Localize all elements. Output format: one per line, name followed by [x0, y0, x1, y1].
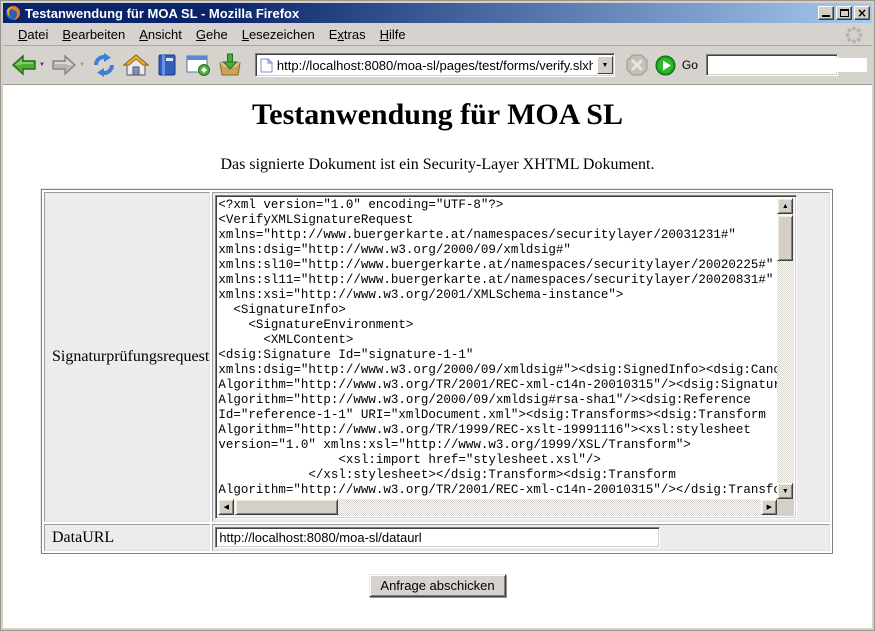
reload-button[interactable]	[89, 51, 119, 79]
dataurl-field-cell	[212, 524, 830, 551]
horizontal-scrollbar-thumb[interactable]	[235, 499, 338, 515]
throbber-icon	[844, 25, 864, 45]
menu-hilfe[interactable]: Hilfe	[373, 24, 413, 45]
back-dropdown-icon[interactable]: ▼	[39, 62, 45, 68]
menu-gehe[interactable]: Gehe	[189, 24, 235, 45]
request-label: Signaturprüfungsrequest	[44, 192, 210, 522]
scroll-down-button[interactable]: ▼	[777, 483, 793, 499]
menu-bearbeiten[interactable]: Bearbeiten	[55, 24, 132, 45]
menu-datei[interactable]: Datei	[11, 24, 55, 45]
request-field-cell: <?xml version="1.0" encoding="UTF-8"?> <…	[212, 192, 830, 522]
back-icon	[11, 54, 37, 76]
page-content: Testanwendung für MOA SL Das signierte D…	[3, 85, 872, 628]
reload-icon	[91, 53, 117, 77]
forward-button[interactable]: ▼	[49, 52, 87, 78]
search-box[interactable]: G	[706, 54, 838, 76]
scroll-right-button[interactable]: ▶	[761, 499, 777, 515]
url-dropdown-button[interactable]: ▼	[597, 56, 613, 74]
go-button[interactable]	[653, 53, 678, 78]
browser-window: Testanwendung für MOA SL - Mozilla Firef…	[0, 0, 875, 631]
go-label[interactable]: Go	[682, 58, 698, 72]
table-row-dataurl: DataURL	[44, 524, 830, 551]
horizontal-scrollbar[interactable]: ◀ ▶	[218, 499, 777, 516]
forward-dropdown-icon[interactable]: ▼	[79, 62, 85, 68]
firefox-icon	[5, 5, 21, 21]
new-window-icon	[185, 53, 211, 77]
minimize-icon	[822, 15, 830, 17]
search-input[interactable]	[712, 58, 867, 72]
scrollbar-corner	[777, 499, 794, 516]
vertical-scrollbar-thumb[interactable]	[777, 215, 793, 261]
downloads-button[interactable]	[215, 51, 245, 79]
navigation-toolbar: ▼ ▼	[3, 46, 872, 85]
stop-icon	[625, 53, 649, 77]
page-intro: Das signierte Dokument ist ein Security-…	[3, 156, 872, 174]
vertical-scrollbar[interactable]: ▲ ▼	[777, 198, 794, 499]
maximize-button[interactable]	[836, 6, 852, 20]
dataurl-label: DataURL	[44, 524, 210, 551]
bookmarks-icon	[155, 53, 179, 77]
close-button[interactable]: ×	[854, 6, 870, 20]
menu-bar: Datei Bearbeiten Ansicht Gehe Lesezeiche…	[3, 23, 872, 46]
close-icon: ×	[857, 7, 867, 20]
menu-ansicht[interactable]: Ansicht	[132, 24, 189, 45]
maximize-icon	[840, 9, 849, 17]
url-bar[interactable]: ▼	[255, 53, 615, 77]
dataurl-input[interactable]	[215, 527, 660, 548]
title-bar[interactable]: Testanwendung für MOA SL - Mozilla Firef…	[3, 3, 872, 23]
home-icon	[123, 53, 149, 77]
submit-row: Anfrage abschicken	[3, 574, 872, 597]
request-form-table: Signaturprüfungsrequest <?xml version="1…	[41, 189, 833, 554]
menu-extras[interactable]: Extras	[322, 24, 373, 45]
go-icon	[655, 55, 676, 76]
bookmarks-button[interactable]	[153, 51, 181, 79]
scroll-up-button[interactable]: ▲	[777, 198, 793, 214]
new-window-button[interactable]	[183, 51, 213, 79]
minimize-button[interactable]	[818, 6, 834, 20]
page-title: Testanwendung für MOA SL	[3, 98, 872, 132]
signature-request-textarea[interactable]: <?xml version="1.0" encoding="UTF-8"?> <…	[215, 195, 797, 519]
back-button[interactable]: ▼	[9, 52, 47, 78]
menu-lesezeichen[interactable]: Lesezeichen	[235, 24, 322, 45]
signature-request-text[interactable]: <?xml version="1.0" encoding="UTF-8"?> <…	[218, 198, 777, 499]
window-title: Testanwendung für MOA SL - Mozilla Firef…	[25, 6, 814, 21]
forward-icon	[51, 54, 77, 76]
downloads-icon	[217, 53, 243, 77]
scroll-left-button[interactable]: ◀	[218, 499, 234, 515]
stop-button[interactable]	[623, 51, 651, 79]
url-input[interactable]	[277, 58, 593, 73]
page-icon	[260, 58, 273, 73]
home-button[interactable]	[121, 51, 151, 79]
table-row-request: Signaturprüfungsrequest <?xml version="1…	[44, 192, 830, 522]
submit-button[interactable]: Anfrage abschicken	[369, 574, 505, 597]
